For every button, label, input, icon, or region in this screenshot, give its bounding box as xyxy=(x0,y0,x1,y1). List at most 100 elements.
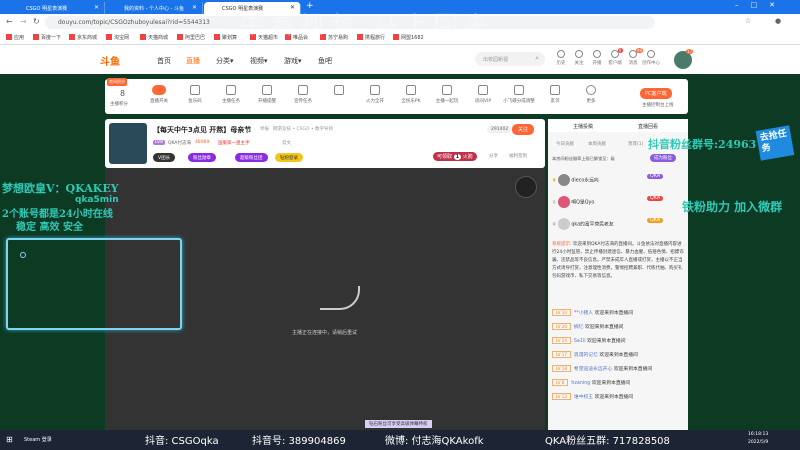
search-input[interactable]: 出校园新视 ⌕ xyxy=(475,52,545,66)
anchor-toolbar: 房间积分 8 主播积分 直播开关 鱼乐码 主播任务 开播提醒 宣传任务 火力全开… xyxy=(105,78,688,114)
search-icon: ⌕ xyxy=(535,54,539,62)
tab-replay[interactable]: 直播回看 xyxy=(638,123,658,130)
top-fan[interactable]: ♛ dieco永远向 QKA xyxy=(552,174,664,186)
toolbar-item[interactable]: 主播一起玩 xyxy=(427,85,467,104)
chat-popup: 钻石粉丝可享受高级弹幕特权 xyxy=(365,420,432,428)
back-icon[interactable]: ← xyxy=(6,17,13,26)
nav-live[interactable]: 直播 xyxy=(186,56,200,66)
crown-icon: ♛ xyxy=(552,178,557,184)
douyu-logo[interactable]: 斗鱼 xyxy=(100,53,120,68)
rank-tab[interactable]: 贵宾(1) xyxy=(628,141,643,147)
crown-icon: ♛ xyxy=(552,200,557,206)
site-header: 斗鱼 首页 直播 分类▾ 视频▾ 游戏▾ 鱼吧 出校园新视 ⌕ 历史 关注 开播 … xyxy=(0,45,800,74)
close-tab-icon[interactable]: ✕ xyxy=(94,4,99,11)
task-badge[interactable]: 去抢任务 xyxy=(755,125,795,161)
record-dot-icon xyxy=(20,252,26,258)
chat-panel: 主播投稿 直播回看 今日贡献 本周贡献 贵宾(1) 本房间粉丝徽章上限已解锁至：… xyxy=(548,119,688,430)
bookmark[interactable]: 天猫商城 xyxy=(140,34,168,41)
room-info-card: 【每天中午3点见 开熬】母亲节 举报 网游竞技 • CSGO • 数字导师 LV… xyxy=(105,119,545,168)
chat-message: LV 17 浪漫的记忆 欢迎来到本直播间 xyxy=(552,351,638,358)
top-fan[interactable]: ♛ 啊Q是Qyo QKA xyxy=(552,196,664,208)
clock-date[interactable]: 2022/5/9 xyxy=(748,440,768,445)
bookmark-star-icon[interactable]: ☆ xyxy=(745,17,751,25)
toolbar-item[interactable]: 宣传任务 xyxy=(283,85,323,104)
toolbar-item[interactable]: 友邻 xyxy=(535,85,575,104)
chat-message: LV 8 hzaning 欢迎来到本直播间 xyxy=(552,379,630,386)
windows-start-icon[interactable]: ⊞ xyxy=(6,435,13,444)
toolbar-item[interactable]: 小飞碟分成调整 xyxy=(499,85,539,104)
toolbar-item[interactable]: 全民乐PK xyxy=(391,85,431,104)
profile-icon[interactable]: ● xyxy=(775,17,781,25)
system-notice: 系统提示: 欢迎来到QKA付志海的直播间。斗鱼依法对直播内容进行24小时监管，禁… xyxy=(552,242,684,279)
overlay-line: 梦想欧皇V：QKAKEY xyxy=(2,182,119,195)
anchor-score-label: 主播积分 xyxy=(110,102,128,107)
nav-video[interactable]: 视频▾ xyxy=(250,56,268,66)
toolbar-item[interactable]: 火力全开 xyxy=(355,85,395,104)
anchor-avatar[interactable] xyxy=(109,123,147,164)
pk-icon xyxy=(406,85,416,95)
tab-anchor-posts[interactable]: 主播投稿 xyxy=(573,123,593,130)
diamond-fan-pill[interactable]: 钻粉登录 xyxy=(275,153,303,162)
anchor-name[interactable]: QKA付志海 xyxy=(168,140,191,146)
v-leader-pill[interactable]: V团长 xyxy=(153,153,176,162)
clipboard-icon xyxy=(442,85,452,95)
toolbar-item[interactable]: 主播任务 xyxy=(211,85,251,104)
avatar[interactable]: 17 xyxy=(674,49,694,69)
toolbar-item[interactable]: 房间VIP xyxy=(463,85,503,104)
welfare-signin-button[interactable]: 福利签到 xyxy=(509,153,527,159)
rank-tab[interactable]: 本周贡献 xyxy=(588,141,606,147)
follower-count: 291402 xyxy=(487,126,513,133)
nav-home[interactable]: 首页 xyxy=(157,56,171,66)
bookmark[interactable]: 应用 xyxy=(6,34,24,41)
creator-center-button[interactable]: 创作中心 xyxy=(640,50,662,66)
bulb-icon xyxy=(647,50,655,58)
fire-rocket-button[interactable]: 可领取 1 火箭 xyxy=(433,152,477,161)
clock-time[interactable]: 16:18:13 xyxy=(748,432,768,437)
bookmark[interactable]: 阿里巴巴 xyxy=(177,34,205,41)
bookmark[interactable]: 淘宝网 xyxy=(106,34,129,41)
become-fan-button[interactable]: 成为粉丝 xyxy=(650,154,676,162)
pc-client-subtitle: 主播控制台上线 xyxy=(642,103,674,108)
bookmark[interactable]: 京东商城 xyxy=(69,34,97,41)
window-controls[interactable]: –□✕ xyxy=(735,1,787,9)
nav-games[interactable]: 游戏▾ xyxy=(284,56,302,66)
forward-icon[interactable]: → xyxy=(20,17,27,26)
nav-yuba[interactable]: 鱼吧 xyxy=(318,56,332,66)
task-icon xyxy=(226,85,236,95)
pc-client-button[interactable]: PC客户端 xyxy=(640,88,672,99)
loading-spinner-icon xyxy=(320,286,360,310)
top-fan[interactable]: ♛ qka的富平营民老友 QKA xyxy=(552,218,664,230)
toolbar-item[interactable] xyxy=(319,85,359,98)
ad-icon xyxy=(298,85,308,95)
nav-category[interactable]: 分类▾ xyxy=(216,56,234,66)
bookmark[interactable]: 百度一下 xyxy=(33,34,61,41)
fan-badge-pill[interactable]: 粉丝勋章 xyxy=(188,153,216,162)
toolbar-item[interactable]: 鱼乐码 xyxy=(175,85,215,104)
taskbar-steam[interactable]: Steam 登录 xyxy=(24,436,52,443)
toolbar-item[interactable]: 开播提醒 xyxy=(247,85,287,104)
chat-tabs: 主播投稿 直播回看 xyxy=(548,119,688,132)
reload-icon[interactable]: ↻ xyxy=(33,17,40,26)
toolbar-item[interactable]: 更多 xyxy=(571,85,611,104)
rank-tab[interactable]: 今日贡献 xyxy=(556,141,574,147)
follow-button[interactable]: 关注 xyxy=(512,124,535,135)
chat-message: LV 18 希望迪迪永远开心 欢迎来到本直播间 xyxy=(552,365,652,372)
super-fan-pill[interactable]: 超级粉丝团 xyxy=(235,153,268,162)
diamond-icon xyxy=(478,85,488,95)
share-button[interactable]: 分享 xyxy=(489,153,498,159)
ufo-icon xyxy=(514,85,524,95)
toolbar-live-switch[interactable]: 直播开关 xyxy=(139,85,179,104)
overlay-line: qka5min xyxy=(75,195,119,205)
toggle-icon xyxy=(152,85,166,95)
heart-icon xyxy=(575,50,583,58)
browser-tab[interactable]: CSGO 明星表演赛 ✕ xyxy=(8,2,105,14)
watermark-text: 牛看视频 马上回来 xyxy=(240,11,494,39)
report-link[interactable]: 举报 xyxy=(260,126,269,132)
room-category[interactable]: 网游竞技 • CSGO • 数字导师 xyxy=(273,126,333,132)
chat-message: LV 20 摘忆 欢迎来到本直播间 xyxy=(552,323,623,330)
bookmark[interactable]: 聚划算 xyxy=(214,34,237,41)
close-tab-icon[interactable]: ✕ xyxy=(192,4,197,11)
stream-status-text: 主播正在连接中，请稍后重试 xyxy=(292,330,358,336)
clock-icon xyxy=(557,50,565,58)
browser-tab[interactable]: 我的资料 - 个人中心 - 斗鱼 ✕ xyxy=(106,2,203,14)
